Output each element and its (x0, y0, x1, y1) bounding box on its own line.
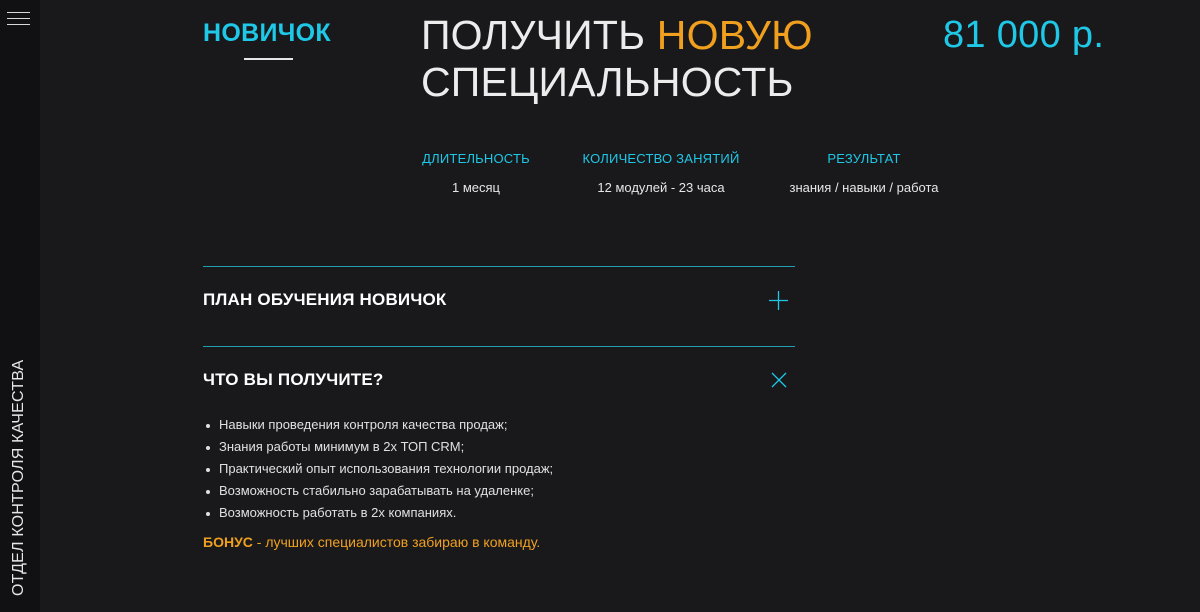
headline-part1: ПОЛУЧИТЬ (421, 12, 657, 58)
accordion-result-header[interactable]: ЧТО ВЫ ПОЛУЧИТЕ? (203, 370, 384, 390)
close-icon[interactable] (770, 371, 788, 389)
sidebar: ОТДЕЛ КОНТРОЛЯ КАЧЕСТВА (0, 0, 40, 612)
benefit-item: Навыки проведения контроля качества прод… (203, 414, 553, 436)
bonus-note: БОНУС - лучших специалистов забираю в ко… (203, 534, 540, 550)
menu-line (7, 18, 30, 19)
stat-duration: ДЛИТЕЛЬНОСТЬ 1 месяц (416, 151, 536, 195)
stat-label: РЕЗУЛЬТАТ (827, 151, 901, 166)
accordion-divider (203, 346, 795, 347)
stat-value: 12 модулей - 23 часа (597, 180, 725, 195)
menu-line (7, 24, 30, 25)
department-label: ОТДЕЛ КОНТРОЛЯ КАЧЕСТВА (10, 359, 27, 596)
accordion-divider (203, 266, 795, 267)
course-price: 81 000 р. (943, 14, 1105, 56)
stat-label: КОЛИЧЕСТВО ЗАНЯТИЙ (582, 151, 740, 166)
accordion-plan-header[interactable]: ПЛАН ОБУЧЕНИЯ НОВИЧОК (203, 290, 446, 310)
benefit-item: Возможность работать в 2х компаниях. (203, 502, 553, 524)
stat-result: РЕЗУЛЬТАТ знания / навыки / работа (778, 151, 950, 195)
stat-label: ДЛИТЕЛЬНОСТЬ (422, 151, 530, 166)
benefit-item: Возможность стабильно зарабатывать на уд… (203, 480, 553, 502)
headline-accent: НОВУЮ (656, 12, 813, 58)
plus-icon[interactable] (768, 290, 789, 311)
stat-value: знания / навыки / работа (789, 180, 939, 195)
course-level-title: НОВИЧОК (203, 19, 331, 47)
bonus-label: БОНУС (203, 534, 253, 550)
benefit-item: Практический опыт использования технолог… (203, 458, 553, 480)
benefits-list: Навыки проведения контроля качества прод… (203, 414, 553, 524)
hamburger-menu-icon[interactable] (7, 11, 31, 27)
stat-lessons: КОЛИЧЕСТВО ЗАНЯТИЙ 12 модулей - 23 часа (576, 151, 746, 195)
bonus-text: - лучших специалистов забираю в команду. (252, 534, 541, 550)
headline-part2: СПЕЦИАЛЬНОСТЬ (421, 59, 794, 105)
course-headline: ПОЛУЧИТЬ НОВУЮ СПЕЦИАЛЬНОСТЬ (421, 12, 813, 106)
benefit-item: Знания работы минимум в 2х ТОП CRM; (203, 436, 553, 458)
level-underline (244, 58, 293, 60)
stat-value: 1 месяц (452, 180, 500, 195)
menu-line (7, 12, 30, 13)
